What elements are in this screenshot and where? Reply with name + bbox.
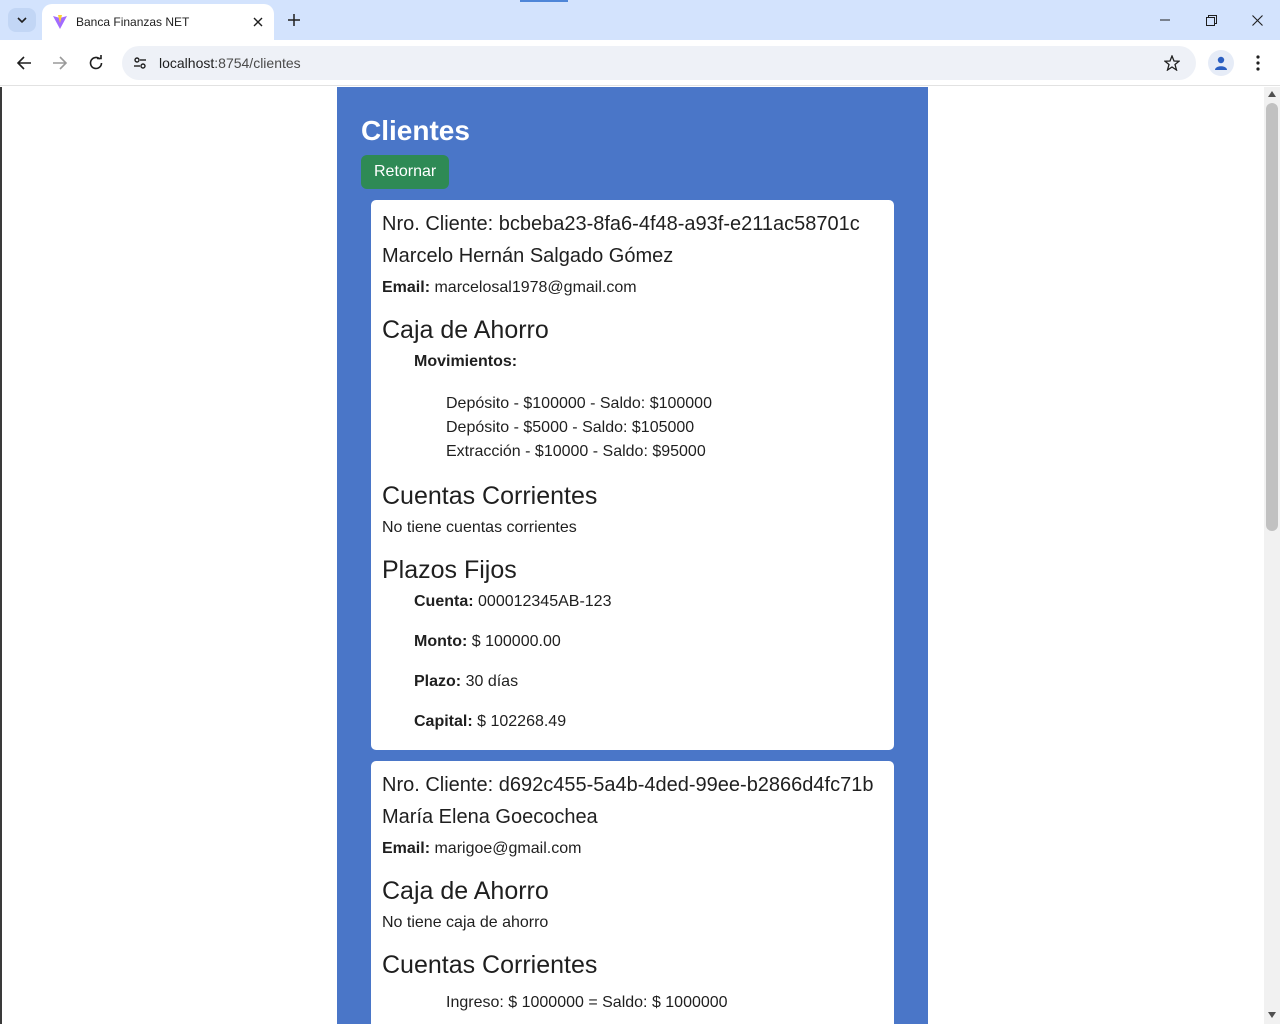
checking-heading: Cuentas Corrientes — [382, 951, 598, 979]
savings-heading: Caja de Ahorro — [382, 877, 549, 905]
fixed-term-heading: Plazos Fijos — [382, 556, 517, 584]
list-item: Depósito - $5000 - Saldo: $105000 — [446, 419, 695, 436]
reload-button[interactable] — [80, 47, 112, 79]
tab-close-icon[interactable] — [248, 12, 268, 32]
chevron-down-icon — [17, 17, 27, 23]
scroll-down-arrow-icon[interactable] — [1268, 1012, 1276, 1018]
forward-button[interactable] — [44, 47, 76, 79]
more-menu-icon[interactable] — [1246, 50, 1270, 76]
client-email: Email: marigoe@gmail.com — [382, 839, 883, 859]
client-card: Nro. Cliente: d692c455-5a4b-4ded-99ee-b2… — [371, 761, 894, 1024]
plus-icon — [288, 14, 300, 26]
client-number: Nro. Cliente: d692c455-5a4b-4ded-99ee-b2… — [382, 774, 874, 796]
fixed-term-account: Cuenta: 000012345AB-123 — [414, 593, 612, 610]
vertical-scrollbar[interactable] — [1264, 87, 1280, 1024]
tab-title: Banca Finanzas NET — [76, 15, 190, 29]
minimize-button[interactable] — [1142, 0, 1188, 40]
address-bar[interactable]: localhost:8754/clientes — [122, 46, 1196, 80]
savings-heading: Caja de Ahorro — [382, 316, 549, 344]
tab-strip: Banca Finanzas NET — [0, 0, 1280, 40]
list-item: Depósito - $100000 - Saldo: $100000 — [446, 395, 712, 412]
savings-empty-message: No tiene caja de ahorro — [382, 914, 549, 931]
movements-label: Movimientos: — [414, 353, 518, 370]
client-card: Nro. Cliente: bcbeba23-8fa6-4f48-a93f-e2… — [371, 200, 894, 750]
back-button[interactable] — [8, 47, 40, 79]
email-label: Email: — [382, 840, 431, 857]
client-name: María Elena Goecochea — [382, 806, 598, 828]
tab-search-button[interactable] — [8, 8, 36, 32]
page-viewport: Clientes Retornar Nro. Cliente: bcbeba23… — [0, 87, 1264, 1024]
site-info-icon[interactable] — [130, 53, 150, 73]
vite-logo-icon — [52, 14, 68, 30]
email-value: marigoe@gmail.com — [434, 840, 582, 857]
email-value: marcelosal1978@gmail.com — [434, 279, 637, 296]
reload-icon — [89, 55, 103, 70]
movements-list: Depósito - $100000 - Saldo: $100000 Depó… — [446, 392, 883, 464]
checking-movements-list: Ingreso: $ 1000000 = Saldo: $ 1000000 — [446, 991, 883, 1015]
checking-empty-message: No tiene cuentas corrientes — [382, 519, 577, 536]
email-label: Email: — [382, 279, 431, 296]
window-edge — [0, 87, 2, 1024]
browser-tab[interactable]: Banca Finanzas NET — [42, 4, 274, 40]
client-number: Nro. Cliente: bcbeba23-8fa6-4f48-a93f-e2… — [382, 213, 860, 235]
scroll-up-arrow-icon[interactable] — [1268, 91, 1276, 97]
client-name: Marcelo Hernán Salgado Gómez — [382, 245, 674, 267]
restore-button[interactable] — [1188, 0, 1234, 40]
list-item: Ingreso: $ 1000000 = Saldo: $ 1000000 — [446, 994, 728, 1011]
close-window-button[interactable] — [1234, 0, 1280, 40]
url-text: localhost:8754/clientes — [159, 55, 301, 71]
scrollbar-thumb[interactable] — [1266, 103, 1278, 531]
browser-toolbar: localhost:8754/clientes — [0, 40, 1280, 86]
new-tab-button[interactable] — [282, 8, 306, 32]
restore-icon — [1205, 14, 1217, 26]
close-icon — [1251, 14, 1263, 26]
bookmark-star-icon[interactable] — [1162, 53, 1182, 73]
minimize-icon — [1160, 19, 1170, 21]
arrow-right-icon — [53, 56, 68, 70]
checking-heading: Cuentas Corrientes — [382, 482, 598, 510]
fixed-term-amount: Monto: $ 100000.00 — [414, 633, 561, 650]
fixed-term-capital: Capital: $ 102268.49 — [414, 713, 567, 730]
fixed-term-term: Plazo: 30 días — [414, 673, 519, 690]
page-title: Clientes — [361, 115, 470, 146]
client-email: Email: marcelosal1978@gmail.com — [382, 278, 883, 298]
return-button[interactable]: Retornar — [361, 155, 450, 189]
arrow-left-icon — [16, 56, 31, 70]
clients-panel: Clientes Retornar Nro. Cliente: bcbeba23… — [337, 87, 928, 1024]
list-item: Extracción - $10000 - Saldo: $95000 — [446, 443, 706, 460]
tab-drag-indicator — [520, 0, 568, 2]
profile-avatar-icon[interactable] — [1208, 50, 1234, 76]
